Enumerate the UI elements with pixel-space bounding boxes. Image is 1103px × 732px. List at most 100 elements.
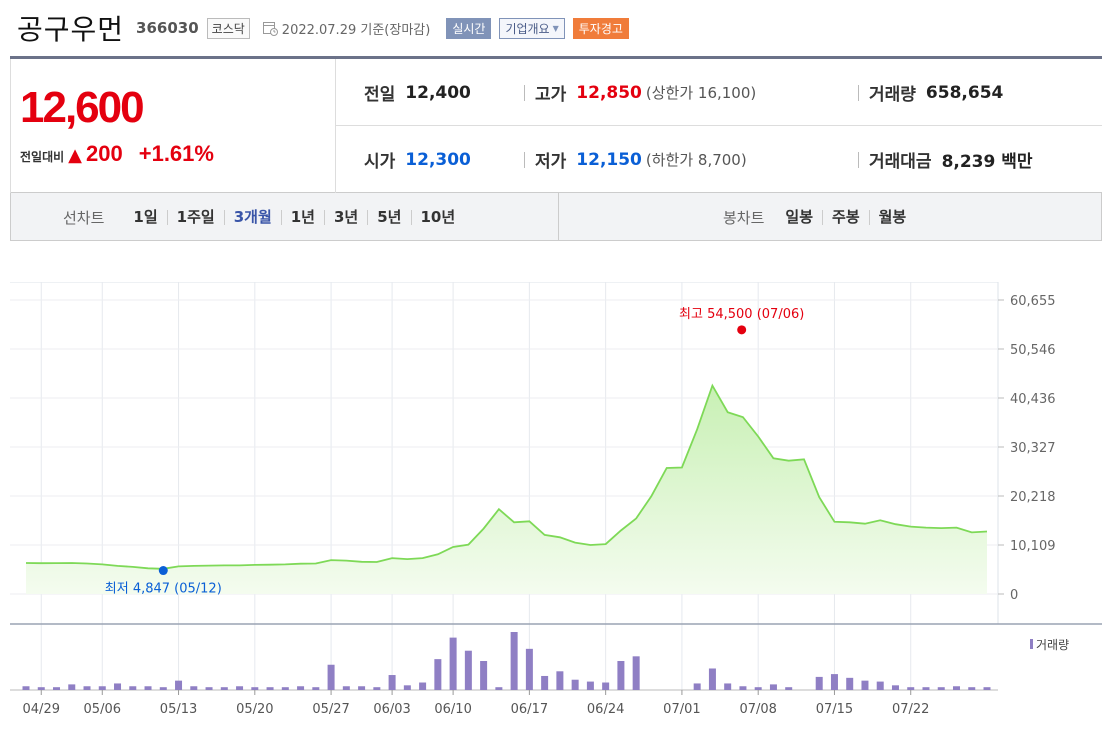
volume-bar	[556, 671, 564, 690]
volume-bar	[144, 686, 152, 690]
volume-bar	[22, 686, 30, 690]
calendar-clock-icon	[262, 22, 278, 36]
price-area-fill	[26, 385, 987, 594]
volume-bar	[403, 685, 411, 690]
y-tick-label: 50,546	[1010, 343, 1056, 358]
period-tab[interactable]: 1주일	[166, 209, 224, 225]
y-tick-label: 0	[1010, 588, 1018, 603]
price-volume-chart-svg: 60,655 50,546 40,436 30,327 20,218 10,109 0 최고 …	[10, 281, 1102, 717]
volume-bar	[617, 661, 625, 690]
volume-bar	[785, 687, 793, 690]
y-tick-label: 30,327	[1010, 441, 1056, 456]
volume-bar	[495, 687, 503, 690]
volume-bar	[220, 687, 228, 690]
volume-bar	[922, 687, 930, 690]
volume-bar	[358, 686, 366, 690]
volume-bar	[510, 632, 518, 690]
x-tick-label: 06/17	[511, 702, 548, 717]
volume-bar	[236, 686, 244, 690]
volume-bar	[708, 668, 716, 690]
amount-label: 거래대금	[869, 152, 932, 172]
current-price: 12,600	[20, 83, 145, 132]
y-tick-label: 60,655	[1010, 294, 1056, 309]
volume-bar	[281, 687, 289, 690]
low-cell: 저가 12,150 (하한가 8,700)	[535, 126, 747, 193]
open-value: 12,300	[405, 149, 471, 170]
volume-cell: 거래량 658,654	[869, 59, 1003, 126]
candle-period-tab[interactable]: 일봉	[776, 209, 822, 225]
volume-bar	[114, 683, 122, 690]
volume-bar	[480, 661, 488, 690]
volume-bar	[693, 683, 701, 690]
volume-bar	[724, 683, 732, 690]
open-label: 시가	[364, 152, 396, 172]
company-overview-label: 기업개요	[505, 21, 550, 36]
x-tick-label: 07/15	[816, 702, 853, 717]
volume-bar	[388, 675, 396, 690]
chevron-down-icon: ▼	[552, 23, 559, 33]
lower-limit: (하한가 8,700)	[645, 151, 747, 169]
period-tab[interactable]: 5년	[367, 209, 410, 225]
min-price-label: 최저 4,847 (05/12)	[105, 582, 222, 597]
divider	[558, 193, 559, 241]
candle-period-tab[interactable]: 주봉	[822, 209, 869, 225]
change-percent: +1.61%	[138, 141, 214, 166]
amount-value: 8,239 백만	[941, 152, 1033, 172]
volume-bar	[861, 680, 869, 690]
x-tick-label: 07/22	[892, 702, 929, 717]
prev-close-value: 12,400	[405, 82, 471, 103]
upper-limit: (상한가 16,100)	[645, 84, 757, 102]
max-price-marker	[737, 325, 747, 335]
x-tick-label: 05/20	[236, 702, 273, 717]
x-tick-label: 07/01	[663, 702, 700, 717]
market-tag: 코스닥	[206, 17, 250, 39]
change-value: 200	[86, 141, 123, 166]
volume-value: 658,654	[925, 82, 1004, 103]
y-tick-label: 40,436	[1010, 392, 1056, 407]
period-tab[interactable]: 3년	[324, 209, 367, 225]
current-price-box: 12,600 전일대비 ▲ 200 +1.61%	[10, 59, 336, 193]
volume-bar	[907, 687, 915, 690]
candle-chart-periods: 봉차트 일봉 주봉 월봉	[723, 193, 915, 241]
volume-legend-label: 거래량	[1036, 638, 1069, 652]
y-tick-label: 20,218	[1010, 490, 1056, 505]
company-overview-button[interactable]: 기업개요 ▼	[499, 17, 565, 39]
candle-period-tab[interactable]: 월봉	[868, 209, 916, 225]
volume-bar	[373, 687, 381, 690]
volume-bar	[602, 682, 610, 690]
x-tick-label: 06/24	[587, 702, 624, 717]
high-label: 고가	[535, 85, 567, 105]
x-tick-label: 04/29	[23, 702, 60, 717]
prev-close-cell: 전일 12,400	[364, 59, 471, 126]
volume-bar	[846, 677, 854, 690]
high-value: 12,850	[576, 82, 642, 103]
info-row: 시가 12,300 저가 12,150 (하한가 8,700) 거래대금 8,2…	[336, 126, 1102, 193]
volume-bar	[632, 656, 640, 690]
volume-legend-swatch	[1030, 639, 1033, 649]
period-tab[interactable]: 1일	[124, 209, 166, 225]
date-info: 2022.07.29 기준(장마감)	[262, 19, 430, 38]
high-cell: 고가 12,850 (상한가 16,100)	[535, 59, 756, 126]
change-row: 전일대비 ▲ 200 +1.61%	[20, 141, 214, 167]
volume-label: 거래량	[869, 85, 916, 105]
volume-bar	[434, 659, 442, 690]
period-tab[interactable]: 1년	[280, 209, 324, 225]
period-tab[interactable]: 3개월	[223, 209, 281, 225]
divider	[524, 152, 525, 168]
investment-warning-badge[interactable]: 투자경고	[572, 17, 629, 39]
volume-bar	[983, 687, 991, 690]
volume-bar	[891, 685, 899, 690]
stock-name: 공구우먼	[17, 13, 125, 46]
period-tab[interactable]: 10년	[410, 209, 465, 225]
divider	[858, 85, 859, 101]
volume-bar	[327, 664, 335, 690]
open-cell: 시가 12,300	[364, 126, 471, 193]
min-price-marker	[158, 566, 168, 576]
volume-bar	[449, 637, 457, 690]
realtime-button[interactable]: 실시간	[446, 17, 492, 39]
up-triangle-icon: ▲	[68, 145, 83, 166]
x-tick-label: 05/06	[84, 702, 121, 717]
divider	[858, 152, 859, 168]
stock-code: 366030	[136, 19, 199, 37]
amount-cell: 거래대금 8,239 백만	[869, 126, 1033, 193]
